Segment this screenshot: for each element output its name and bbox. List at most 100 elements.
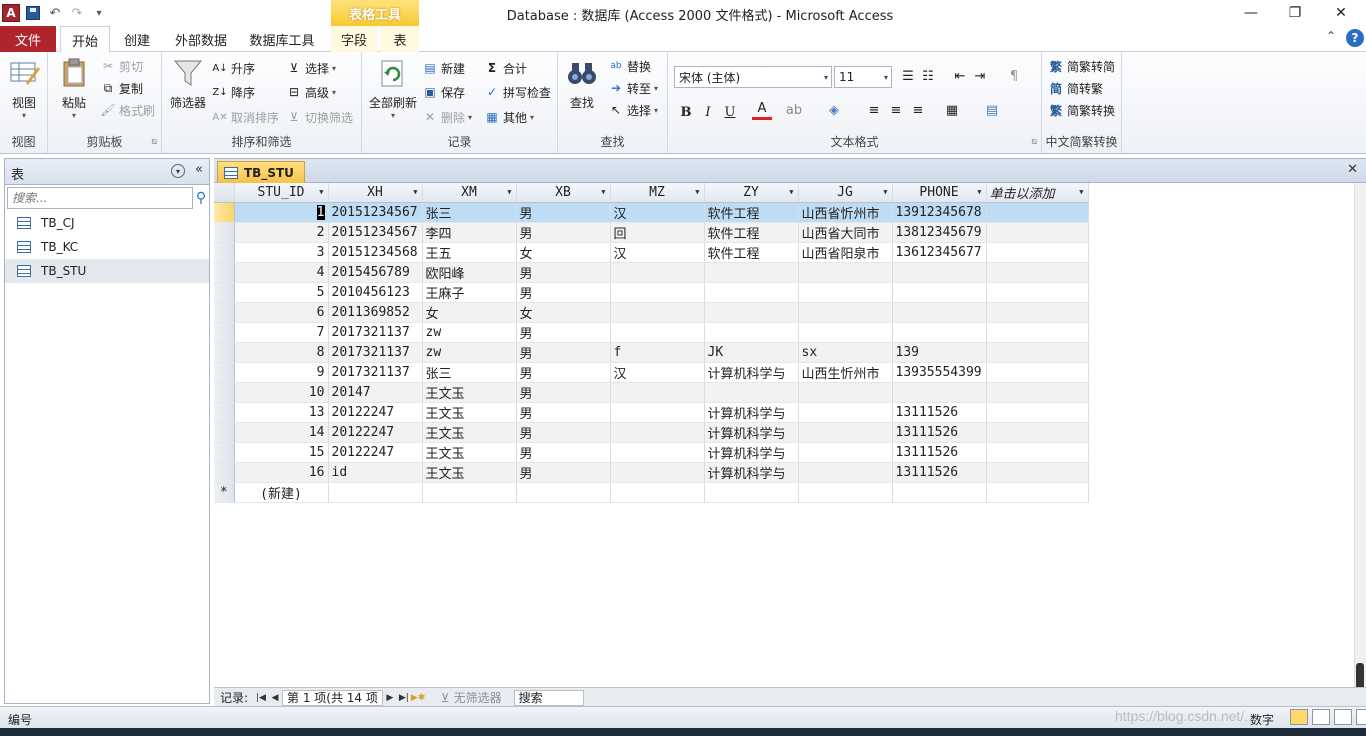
table-cell[interactable] bbox=[610, 262, 705, 283]
collapse-pane-icon[interactable]: « bbox=[195, 162, 203, 177]
table-cell[interactable]: 王五 bbox=[422, 242, 517, 263]
table-cell-empty[interactable] bbox=[986, 302, 1089, 323]
table-cell[interactable]: 王文玉 bbox=[422, 442, 517, 463]
table-cell[interactable]: 6 bbox=[234, 302, 329, 323]
table-cell[interactable]: 13935554399 bbox=[892, 362, 987, 383]
table-cell[interactable] bbox=[704, 282, 799, 303]
numbering-icon[interactable]: ☷ bbox=[918, 66, 938, 86]
new-record-nav-icon[interactable]: ▶✱ bbox=[411, 693, 425, 703]
table-cell[interactable]: 4 bbox=[234, 262, 329, 283]
table-cell-empty[interactable] bbox=[986, 462, 1089, 483]
record-position-input[interactable]: 第 1 项(共 14 项 bbox=[282, 689, 383, 706]
to-traditional-button[interactable]: 繁简繁转简 bbox=[1048, 56, 1115, 76]
table-cell-empty[interactable] bbox=[798, 482, 893, 503]
table-cell-empty[interactable] bbox=[986, 382, 1089, 403]
table-cell[interactable]: 15 bbox=[234, 442, 329, 463]
table-cell[interactable]: 软件工程 bbox=[704, 242, 799, 263]
record-selector[interactable] bbox=[214, 402, 235, 423]
table-cell[interactable]: 16 bbox=[234, 462, 329, 483]
table-cell[interactable]: 男 bbox=[516, 442, 611, 463]
record-selector[interactable] bbox=[214, 422, 235, 443]
table-cell[interactable]: 8 bbox=[234, 342, 329, 363]
next-record-icon[interactable]: ▶ bbox=[383, 693, 397, 703]
table-cell[interactable]: 计算机科学与 bbox=[704, 462, 799, 483]
save-record-button[interactable]: ▣ 保存 bbox=[422, 82, 465, 102]
table-cell-empty[interactable] bbox=[328, 482, 423, 503]
design-view-icon[interactable] bbox=[1356, 709, 1366, 725]
select-all-corner[interactable] bbox=[214, 183, 235, 203]
table-cell[interactable] bbox=[892, 382, 987, 403]
table-cell[interactable]: 山西省阳泉市 bbox=[798, 242, 893, 263]
paste-button[interactable]: 粘贴 ▾ bbox=[56, 56, 92, 120]
decrease-indent-icon[interactable]: ⇤ bbox=[950, 66, 970, 86]
table-cell[interactable] bbox=[892, 262, 987, 283]
record-selector[interactable] bbox=[214, 342, 235, 363]
table-cell[interactable]: sx bbox=[798, 342, 893, 363]
tab-fields[interactable]: 字段 bbox=[331, 26, 377, 52]
replace-button[interactable]: ab 替换 bbox=[608, 56, 651, 76]
navigation-search-input[interactable] bbox=[7, 187, 193, 209]
search-icon[interactable]: ⚲ bbox=[193, 189, 209, 207]
table-cell[interactable]: 1 bbox=[234, 202, 329, 223]
document-tab-tb-stu[interactable]: TB_STU bbox=[217, 161, 305, 183]
table-cell[interactable]: 女 bbox=[422, 302, 517, 323]
table-cell[interactable]: 2017321137 bbox=[328, 342, 423, 363]
table-cell-empty[interactable] bbox=[986, 222, 1089, 243]
table-cell[interactable]: 王文玉 bbox=[422, 462, 517, 483]
column-header-mz[interactable]: MZ ▼ bbox=[610, 183, 705, 203]
nav-item-tb-kc[interactable]: TB_KC bbox=[5, 235, 209, 259]
convert-button[interactable]: 繁简繁转换 bbox=[1048, 100, 1115, 120]
table-cell[interactable]: 20122247 bbox=[328, 422, 423, 443]
table-cell[interactable]: id bbox=[328, 462, 423, 483]
table-cell[interactable]: 汉 bbox=[610, 362, 705, 383]
table-cell[interactable]: 计算机科学与 bbox=[704, 362, 799, 383]
highlight-icon[interactable]: ab bbox=[784, 100, 804, 120]
table-cell[interactable]: 20151234568 bbox=[328, 242, 423, 263]
table-cell[interactable] bbox=[704, 382, 799, 403]
vertical-scrollbar[interactable] bbox=[1354, 183, 1366, 703]
table-cell[interactable]: 计算机科学与 bbox=[704, 402, 799, 423]
table-cell[interactable] bbox=[892, 322, 987, 343]
chevron-down-icon[interactable]: ▼ bbox=[883, 188, 887, 196]
table-cell[interactable]: 男 bbox=[516, 362, 611, 383]
table-cell[interactable]: 汉 bbox=[610, 202, 705, 223]
table-cell-empty[interactable] bbox=[610, 482, 705, 503]
table-cell-empty[interactable] bbox=[516, 482, 611, 503]
record-selector[interactable] bbox=[214, 462, 235, 483]
table-cell[interactable]: 13111526 bbox=[892, 442, 987, 463]
table-cell[interactable]: 男 bbox=[516, 322, 611, 343]
table-row[interactable]: 10 20147 王文玉男 bbox=[214, 382, 1089, 403]
cut-button[interactable]: ✂ 剪切 bbox=[100, 56, 143, 76]
record-selector[interactable] bbox=[214, 382, 235, 403]
table-cell[interactable]: 计算机科学与 bbox=[704, 442, 799, 463]
goto-button[interactable]: ➔ 转至 ▾ bbox=[608, 78, 658, 98]
table-cell[interactable] bbox=[610, 302, 705, 323]
table-cell[interactable]: 2015456789 bbox=[328, 262, 423, 283]
column-header-phone[interactable]: PHONE ▼ bbox=[892, 183, 987, 203]
chevron-down-icon[interactable]: ▼ bbox=[601, 188, 605, 196]
tab-home[interactable]: 开始 bbox=[60, 26, 110, 53]
table-cell[interactable] bbox=[892, 302, 987, 323]
table-cell[interactable] bbox=[798, 302, 893, 323]
table-cell[interactable]: 男 bbox=[516, 422, 611, 443]
table-row[interactable]: 7 2017321137 zw 男 bbox=[214, 322, 1089, 343]
access-app-icon[interactable]: A bbox=[2, 4, 20, 22]
table-cell-empty[interactable] bbox=[986, 242, 1089, 263]
undo-icon[interactable]: ↶ bbox=[46, 4, 64, 22]
toggle-filter-button[interactable]: ⊻ 切换筛选 bbox=[286, 107, 353, 127]
table-cell[interactable]: 20151234567 bbox=[328, 222, 423, 243]
align-center-icon[interactable]: ≡ bbox=[886, 100, 906, 120]
sort-ascending-button[interactable]: A↓ 升序 bbox=[212, 58, 255, 78]
italic-button[interactable]: I bbox=[698, 102, 718, 122]
table-cell[interactable]: 男 bbox=[516, 462, 611, 483]
new-record-row[interactable]: * (新建) bbox=[214, 482, 1089, 503]
record-selector[interactable] bbox=[214, 262, 235, 283]
table-cell[interactable]: 20147 bbox=[328, 382, 423, 403]
help-icon[interactable]: ? bbox=[1346, 29, 1364, 47]
table-cell[interactable]: 男 bbox=[516, 402, 611, 423]
table-cell[interactable] bbox=[798, 402, 893, 423]
new-record-placeholder[interactable]: (新建) bbox=[234, 482, 329, 503]
table-cell-empty[interactable] bbox=[986, 422, 1089, 443]
table-row[interactable]: 4 2015456789 欧阳峰男 bbox=[214, 262, 1089, 283]
clear-sort-button[interactable]: A✕ 取消排序 bbox=[212, 107, 279, 127]
